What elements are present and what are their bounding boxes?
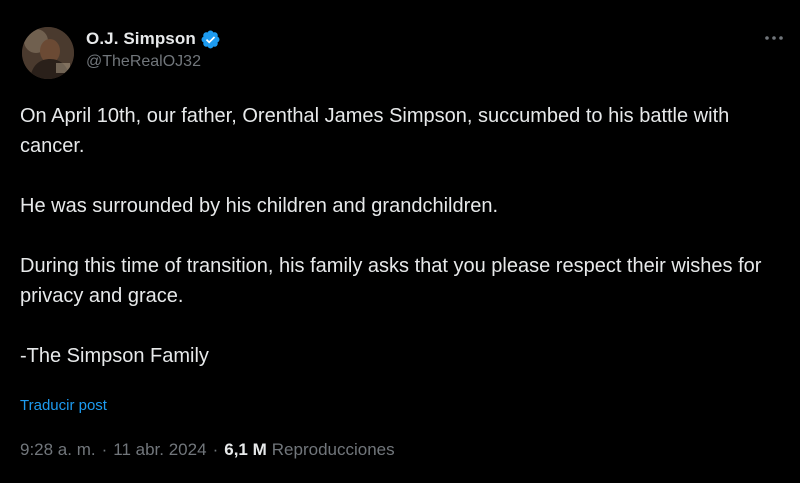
views-label[interactable]: Reproducciones bbox=[272, 440, 395, 460]
avatar[interactable] bbox=[22, 27, 74, 79]
post-date[interactable]: 11 abr. 2024 bbox=[113, 440, 206, 460]
tweet-paragraph: He was surrounded by his children and gr… bbox=[20, 195, 499, 217]
tweet-paragraph: On April 10th, our father, Orenthal Jame… bbox=[20, 105, 730, 157]
verified-badge-icon bbox=[200, 29, 221, 50]
more-horizontal-icon bbox=[765, 36, 783, 40]
translate-post-link[interactable]: Traducir post bbox=[20, 397, 107, 414]
tweet-text: On April 10th, our father, Orenthal Jame… bbox=[20, 101, 780, 371]
tweet-paragraph: During this time of transition, his fami… bbox=[20, 255, 762, 307]
author-block: O.J. Simpson @TheRealOJ32 bbox=[86, 28, 221, 71]
name-row: O.J. Simpson bbox=[86, 28, 221, 50]
tweet-paragraph: -The Simpson Family bbox=[20, 345, 209, 367]
more-options-button[interactable] bbox=[762, 28, 786, 48]
handle[interactable]: @TheRealOJ32 bbox=[86, 53, 221, 71]
tweet-meta: 9:28 a. m. · 11 abr. 2024 · 6,1 M Reprod… bbox=[20, 440, 395, 460]
post-time[interactable]: 9:28 a. m. bbox=[20, 440, 96, 460]
display-name[interactable]: O.J. Simpson bbox=[86, 29, 196, 49]
views-count[interactable]: 6,1 M bbox=[224, 440, 267, 460]
avatar-photo bbox=[22, 27, 74, 79]
meta-separator: · bbox=[212, 440, 219, 459]
meta-separator: · bbox=[101, 440, 108, 459]
